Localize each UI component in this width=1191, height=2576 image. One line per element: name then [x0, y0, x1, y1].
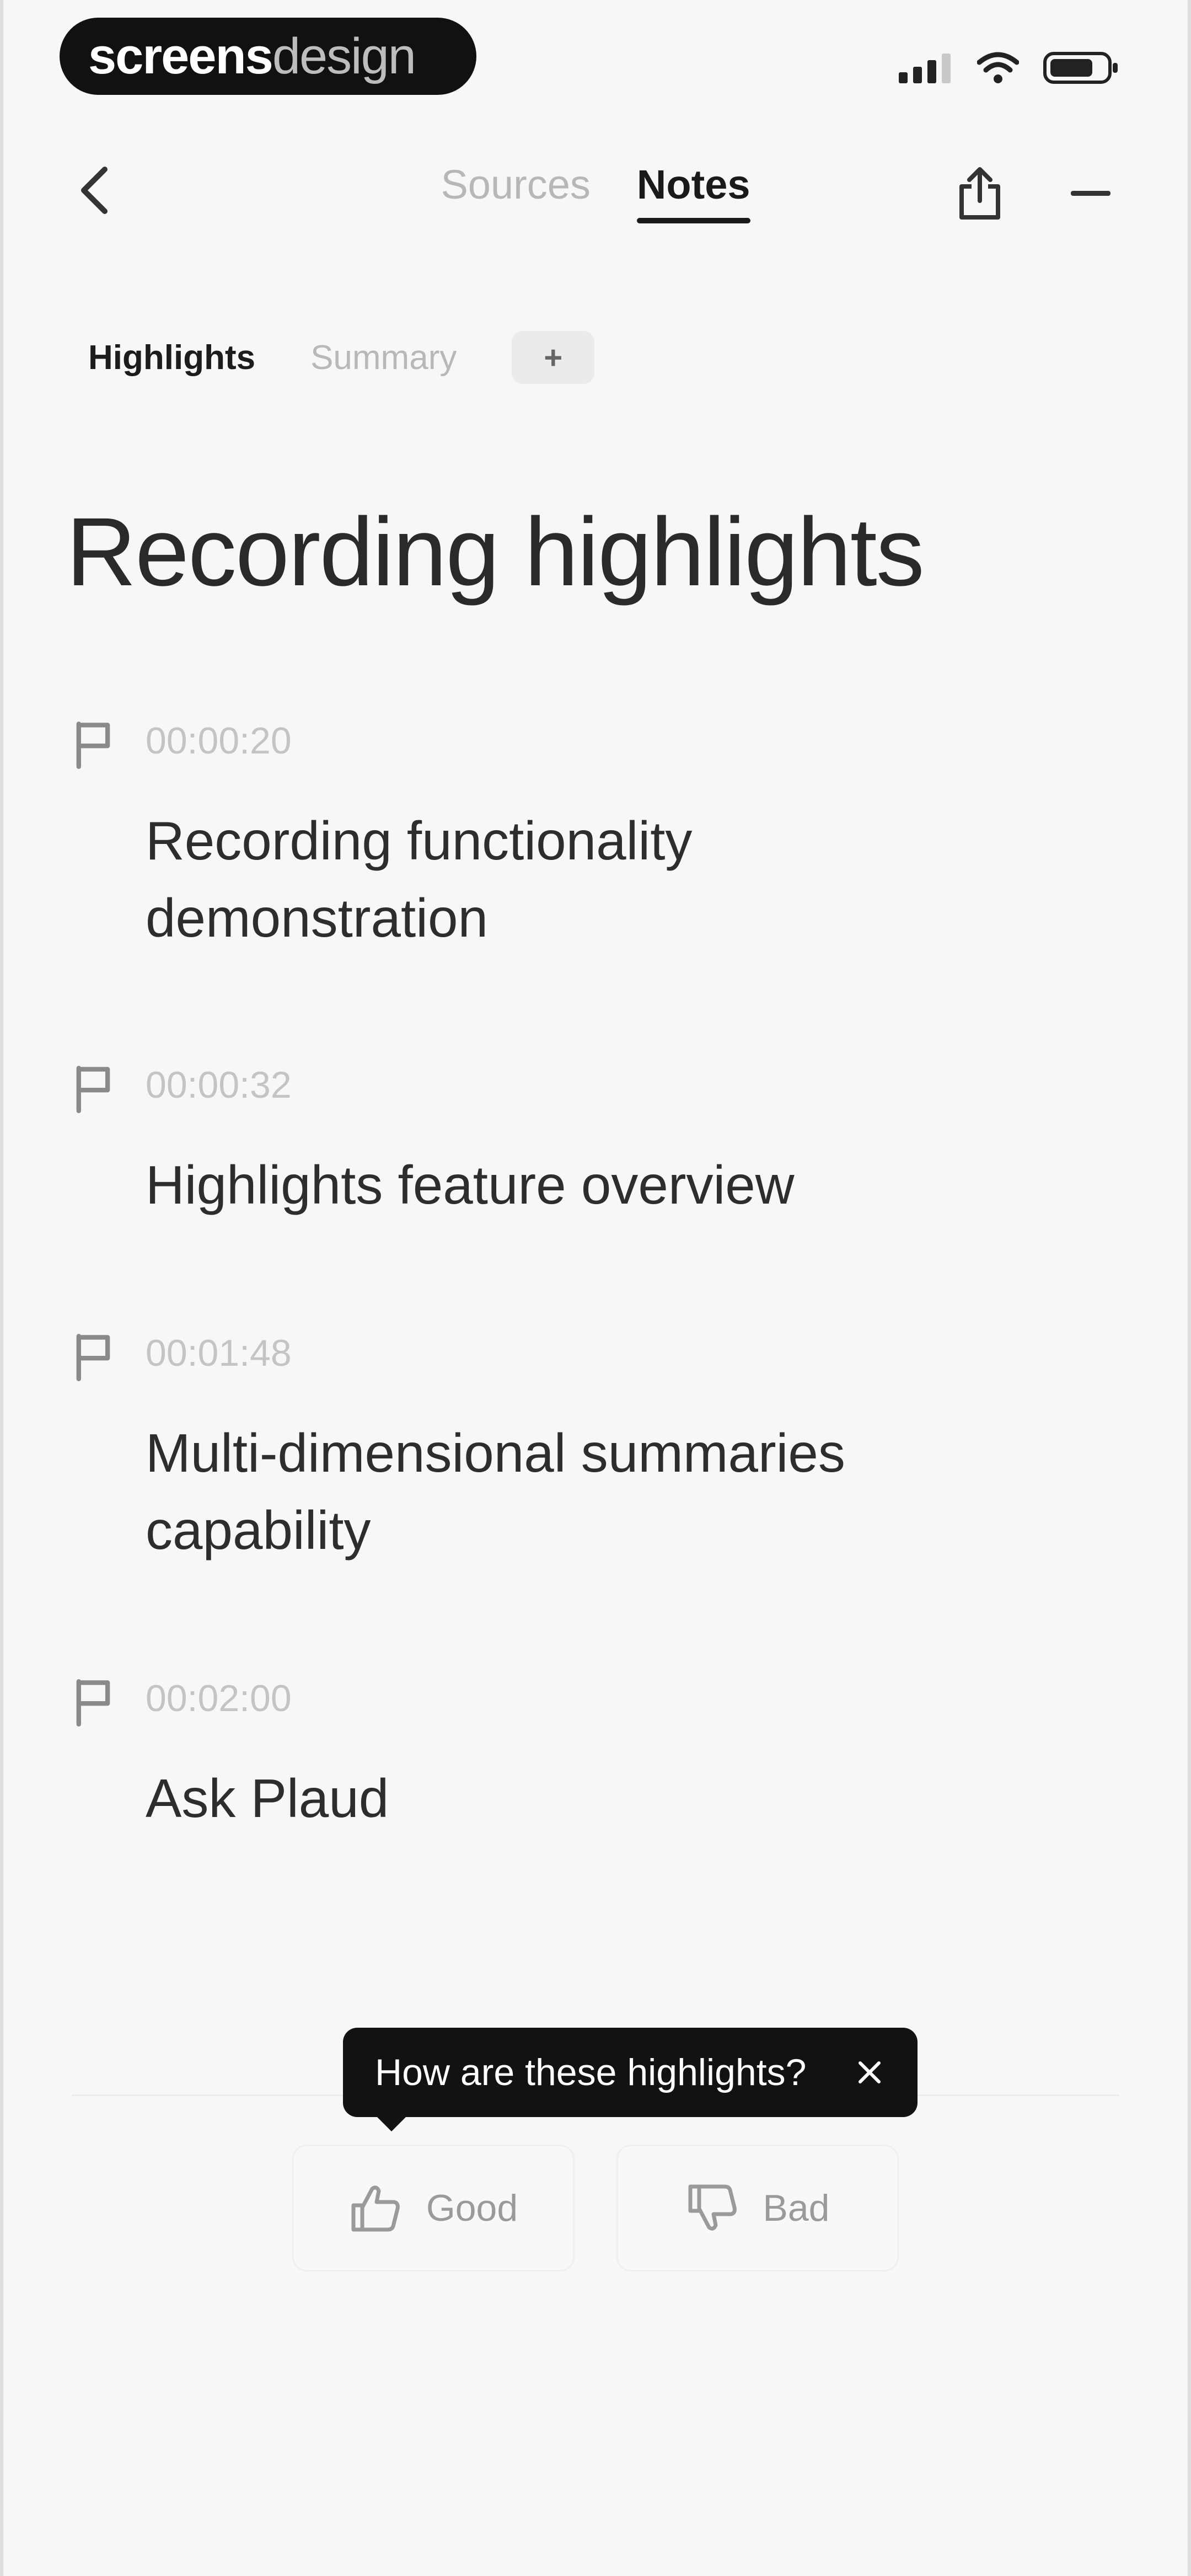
flag-icon	[76, 1334, 110, 1381]
add-template-button[interactable]: +	[512, 331, 595, 384]
highlight-line: demonstration	[146, 888, 489, 948]
highlight-timestamp: 00:01:48	[146, 1332, 292, 1374]
highlight-text: Multi-dimensional summaries capability	[146, 1414, 1064, 1569]
thumbs-up-icon	[351, 2185, 400, 2232]
signal-icon	[899, 54, 951, 83]
sub-tabs: Highlights Summary +	[88, 331, 595, 384]
flag-icon	[76, 1679, 110, 1727]
highlight-line: Highlights feature overview	[146, 1155, 795, 1215]
highlight-timestamp: 00:00:32	[146, 1064, 292, 1106]
subtab-highlights[interactable]: Highlights	[88, 338, 255, 377]
thumbs-down-icon	[688, 2184, 737, 2231]
logo-bold: screens	[88, 28, 273, 84]
good-label: Good	[426, 2187, 518, 2229]
bad-feedback-button[interactable]: Bad	[616, 2145, 899, 2272]
tab-sources[interactable]: Sources	[441, 161, 590, 223]
flag-icon	[76, 722, 110, 769]
highlight-line: Multi-dimensional summaries	[146, 1423, 845, 1483]
highlight-text: Highlights feature overview	[146, 1146, 1064, 1223]
flag-icon	[76, 1066, 110, 1113]
highlight-timestamp: 00:00:20	[146, 720, 292, 762]
highlight-line: Ask Plaud	[146, 1768, 389, 1829]
highlight-timestamp: 00:02:00	[146, 1677, 292, 1719]
feedback-tooltip: How are these highlights?	[343, 2028, 918, 2131]
logo-light: design	[272, 28, 416, 84]
highlight-item[interactable]: 00:01:48 Multi-dimensional summaries cap…	[72, 1332, 1064, 1569]
highlight-text: Recording functionality demonstration	[146, 802, 1064, 956]
highlight-line: capability	[146, 1500, 371, 1560]
highlight-text: Ask Plaud	[146, 1760, 1064, 1837]
highlight-item[interactable]: 00:02:00 Ask Plaud	[72, 1677, 1064, 1837]
screensdesign-logo: screens design	[60, 18, 476, 95]
highlight-item[interactable]: 00:00:32 Highlights feature overview	[72, 1063, 1064, 1223]
tooltip-close-button[interactable]	[850, 2053, 889, 2092]
bad-label: Bad	[763, 2187, 830, 2229]
battery-icon	[1043, 52, 1118, 84]
more-icon	[1071, 191, 1110, 196]
share-icon	[959, 167, 1000, 220]
share-button[interactable]	[949, 160, 1010, 226]
highlight-item[interactable]: 00:00:20 Recording functionality demonst…	[72, 719, 1064, 956]
tab-notes[interactable]: Notes	[636, 161, 750, 223]
feedback-prompt: How are these highlights?	[375, 2051, 807, 2093]
highlight-line: Recording functionality	[146, 810, 693, 871]
close-icon	[859, 2061, 881, 2083]
top-tabs: Sources Notes	[0, 161, 1191, 223]
status-icons	[898, 49, 1119, 87]
good-feedback-button[interactable]: Good	[292, 2145, 575, 2272]
more-button[interactable]	[1063, 165, 1118, 221]
page-title: Recording highlights	[66, 498, 925, 606]
device-frame	[0, 0, 1191, 2576]
wifi-icon	[977, 52, 1019, 83]
subtab-summary[interactable]: Summary	[310, 338, 457, 377]
